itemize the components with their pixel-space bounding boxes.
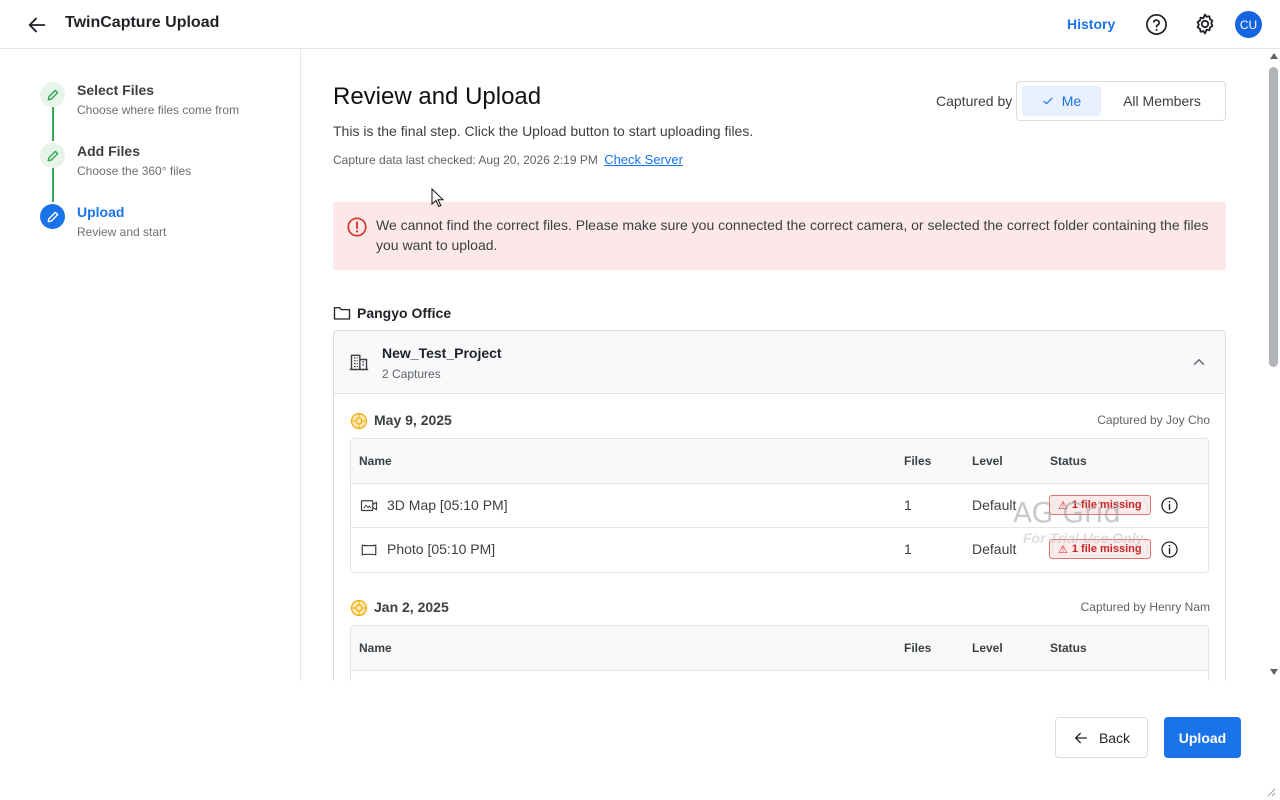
vertical-scrollbar[interactable] bbox=[1267, 49, 1280, 681]
table-header: Name Files Level Status bbox=[351, 439, 1208, 484]
step-label: Select Files bbox=[77, 82, 155, 98]
step-label: Upload bbox=[77, 204, 125, 220]
pencil-icon bbox=[47, 211, 58, 222]
status-text: 1 file missing bbox=[1071, 499, 1142, 511]
app-header: TwinCapture Upload History CU bbox=[0, 0, 1280, 49]
captured-by-toggle: Me All Members bbox=[1016, 81, 1226, 121]
last-checked-label: Capture data last checked: Aug 20, 2026 … bbox=[333, 153, 598, 167]
back-button-label: Back bbox=[1098, 729, 1131, 746]
office-heading: Pangyo Office bbox=[333, 303, 451, 323]
capture-date: May 9, 2025 bbox=[374, 412, 452, 428]
app-title: TwinCapture Upload bbox=[65, 14, 220, 31]
history-link[interactable]: History bbox=[1067, 16, 1115, 32]
status-badge: ⚠ 1 file missing bbox=[1049, 539, 1151, 559]
option-label: Me bbox=[1061, 93, 1082, 109]
capture-date-row: Jan 2, 2025 Captured by Henry Nam bbox=[350, 598, 1210, 618]
help-icon[interactable] bbox=[1145, 13, 1168, 36]
step-connector bbox=[52, 107, 54, 141]
error-alert-message: We cannot find the correct files. Please… bbox=[376, 217, 1209, 253]
captured-by-label: Captured by bbox=[936, 93, 1013, 109]
scroll-down-arrow-icon[interactable] bbox=[1270, 669, 1278, 675]
captured-by-name: Captured by Henry Nam bbox=[1080, 600, 1210, 614]
status-badge: ⚠ 1 file missing bbox=[1049, 495, 1151, 515]
gear-icon[interactable] bbox=[1193, 12, 1217, 36]
warning-triangle-icon: ⚠ bbox=[1058, 543, 1068, 556]
step-active-indicator bbox=[40, 204, 65, 229]
capture-files: 1 bbox=[904, 541, 912, 557]
pencil-icon bbox=[47, 89, 58, 100]
check-server-link[interactable]: Check Server bbox=[604, 152, 683, 167]
step-connector bbox=[52, 168, 54, 202]
project-card: New_Test_Project 2 Captures May 9, 2025 … bbox=[333, 330, 1226, 681]
folder-icon bbox=[333, 307, 351, 320]
step-label: Add Files bbox=[77, 143, 141, 159]
back-button[interactable]: Back bbox=[1055, 717, 1148, 758]
column-header-files[interactable]: Files bbox=[904, 641, 931, 655]
chevron-up-icon[interactable] bbox=[1190, 353, 1208, 371]
map-video-icon bbox=[360, 500, 378, 512]
step-subtitle: Choose where files come from bbox=[77, 103, 240, 117]
scroll-up-arrow-icon[interactable] bbox=[1270, 53, 1278, 59]
main-content: Review and Upload This is the final step… bbox=[301, 49, 1267, 681]
column-header-files[interactable]: Files bbox=[904, 454, 931, 468]
office-name: Pangyo Office bbox=[357, 305, 452, 321]
upload-button[interactable]: Upload bbox=[1164, 717, 1241, 758]
capture-sun-icon bbox=[350, 599, 368, 617]
stepper-sidebar: Select Files Choose where files come fro… bbox=[0, 49, 301, 681]
column-header-name[interactable]: Name bbox=[359, 454, 392, 468]
error-circle-icon bbox=[347, 217, 367, 237]
capture-name: Photo [05:10 PM] bbox=[387, 541, 496, 557]
capture-date-row: May 9, 2025 Captured by Joy Cho bbox=[350, 411, 1210, 431]
table-row[interactable]: 3D Map [05:10 PM] 1 Default ⚠ 1 file mis… bbox=[351, 484, 1208, 528]
project-capture-count: 2 Captures bbox=[382, 367, 441, 381]
capture-table: Name Files Level Status 3D Map [05:10 PM… bbox=[350, 438, 1209, 573]
step-done-indicator bbox=[40, 143, 65, 168]
scroll-thumb[interactable] bbox=[1269, 67, 1278, 367]
info-icon[interactable] bbox=[1160, 540, 1179, 559]
status-text: 1 file missing bbox=[1071, 543, 1142, 555]
capture-date: Jan 2, 2025 bbox=[374, 599, 449, 615]
step-subtitle: Review and start bbox=[77, 225, 167, 239]
column-header-status[interactable]: Status bbox=[1050, 454, 1087, 468]
page-description: This is the final step. Click the Upload… bbox=[333, 123, 754, 139]
building-icon bbox=[349, 354, 369, 371]
capture-level: Default bbox=[972, 541, 1017, 557]
photo-frame-icon bbox=[361, 544, 377, 556]
step-subtitle: Choose the 360° files bbox=[77, 164, 192, 178]
pencil-icon bbox=[47, 150, 58, 161]
column-header-name[interactable]: Name bbox=[359, 641, 392, 655]
captured-by-all-members-option[interactable]: All Members bbox=[1107, 86, 1217, 116]
error-alert: We cannot find the correct files. Please… bbox=[333, 202, 1226, 270]
capture-name: 3D Map [05:10 PM] bbox=[387, 497, 508, 513]
table-row[interactable]: Photo [05:10 PM] 1 Default ⚠ 1 file miss… bbox=[351, 528, 1208, 572]
table-header: Name Files Level Status bbox=[351, 626, 1208, 671]
project-name: New_Test_Project bbox=[382, 345, 502, 361]
capture-level: Default bbox=[972, 497, 1017, 513]
column-header-level[interactable]: Level bbox=[972, 641, 1003, 655]
info-icon[interactable] bbox=[1160, 496, 1179, 515]
footer-actions: Back Upload bbox=[0, 681, 1280, 800]
project-header[interactable]: New_Test_Project 2 Captures bbox=[334, 331, 1225, 394]
column-header-status[interactable]: Status bbox=[1050, 641, 1087, 655]
step-done-indicator bbox=[40, 82, 65, 107]
back-arrow-icon[interactable] bbox=[26, 14, 48, 36]
page-title: Review and Upload bbox=[333, 83, 542, 110]
captured-by-me-option[interactable]: Me bbox=[1022, 86, 1101, 116]
captured-by-name: Captured by Joy Cho bbox=[1097, 413, 1210, 427]
capture-files: 1 bbox=[904, 497, 912, 513]
capture-table: Name Files Level Status bbox=[350, 625, 1209, 681]
resize-grip-icon[interactable] bbox=[1266, 787, 1276, 797]
warning-triangle-icon: ⚠ bbox=[1058, 499, 1068, 512]
avatar[interactable]: CU bbox=[1235, 11, 1262, 38]
last-checked-text: Capture data last checked: Aug 20, 2026 … bbox=[333, 152, 683, 167]
check-icon bbox=[1043, 97, 1053, 105]
column-header-level[interactable]: Level bbox=[972, 454, 1003, 468]
capture-sun-icon bbox=[350, 412, 368, 430]
arrow-left-icon bbox=[1074, 732, 1087, 743]
